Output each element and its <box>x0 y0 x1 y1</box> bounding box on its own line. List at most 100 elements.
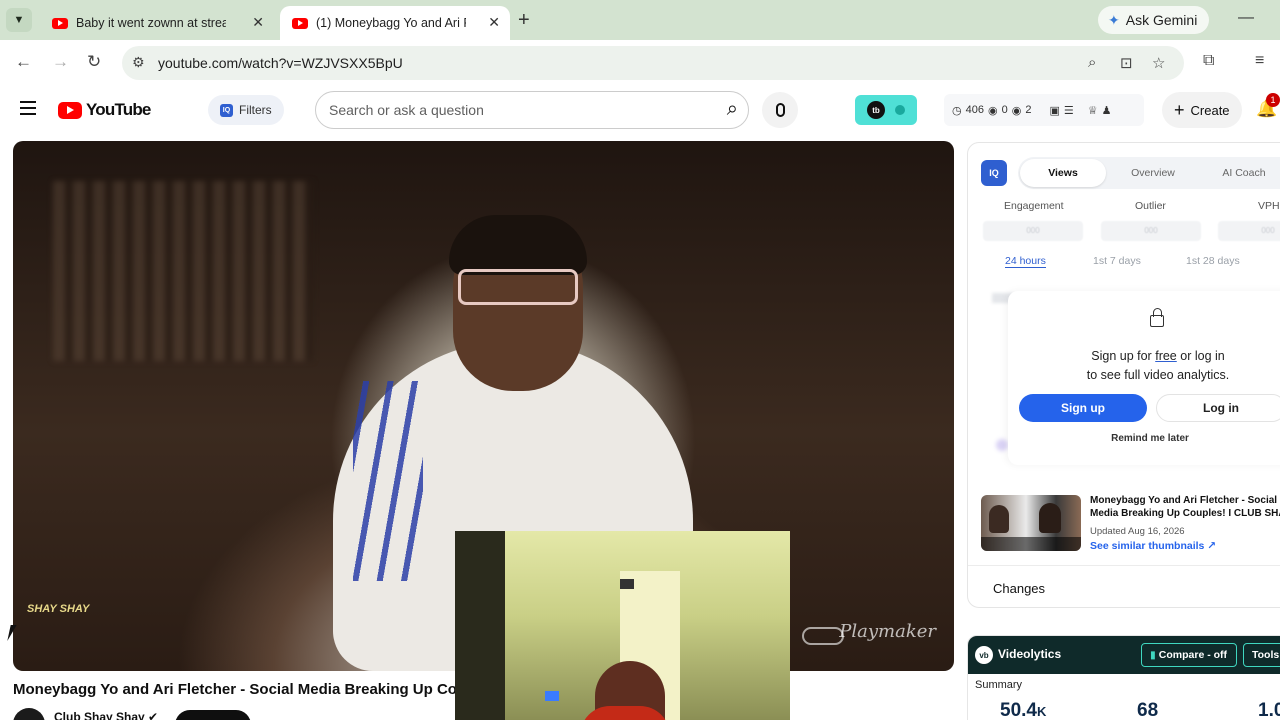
extensions-puzzle-icon[interactable]: ⧉ <box>1203 52 1214 70</box>
blurred-chart-dot <box>996 439 1008 451</box>
search-box[interactable]: Search or ask a question ⌕ <box>315 91 749 129</box>
summary-second-value: 68 <box>1137 700 1159 720</box>
videolytics-panel: vb Videolytics ▮ Compare - off Tools Summ… <box>967 635 1280 720</box>
youtube-logo[interactable]: YouTube <box>58 100 151 120</box>
metric-vph-label: VPH <box>1258 200 1280 212</box>
tools-label: Tools <box>1252 649 1280 661</box>
background-bookshelf <box>53 181 313 361</box>
close-tab-icon[interactable]: ✕ <box>488 14 500 31</box>
tab-search-button[interactable]: ▼ <box>6 8 32 32</box>
list-icon[interactable]: ☰ <box>1064 104 1074 117</box>
analytics-card: IQ Views Overview AI Coach Engagement Ou… <box>967 142 1280 608</box>
vidiq-extension-button[interactable]: tb <box>855 95 917 125</box>
extension-logo-icon: tb <box>867 101 885 119</box>
close-tab-icon[interactable]: ✕ <box>252 14 264 31</box>
ask-gemini-label: Ask Gemini <box>1125 12 1198 28</box>
signup-prompt: Sign up for free or log in to see full v… <box>1008 291 1280 465</box>
subscribe-button[interactable] <box>175 710 251 720</box>
bar-chart-icon: ▮ <box>1150 649 1156 661</box>
shirt-stripes <box>353 381 423 581</box>
signup-message-line2: to see full video analytics. <box>1086 368 1230 382</box>
youtube-wordmark: YouTube <box>86 100 151 119</box>
voice-search-button[interactable] <box>762 92 798 128</box>
create-button[interactable]: + Create <box>1162 92 1242 128</box>
filters-button[interactable]: IQ Filters <box>208 95 284 125</box>
zoom-icon[interactable]: ⌕ <box>1088 54 1096 71</box>
related-title[interactable]: Moneybagg Yo and Ari Fletcher - Social M… <box>1090 495 1280 521</box>
changes-section[interactable]: Changes <box>968 565 1280 607</box>
search-icon[interactable]: ⌕ <box>727 98 738 121</box>
metric-vph-value: 000 <box>1218 221 1280 241</box>
eye-icon: ◉ <box>987 104 998 117</box>
tools-button[interactable]: Tools <box>1243 643 1280 667</box>
views-count: 406 <box>965 104 984 116</box>
analytics-tabs: Views Overview AI Coach <box>1018 157 1280 189</box>
related-updated-date: Updated Aug 16, 2026 <box>1090 526 1185 537</box>
eye-alt-icon: ◉ <box>1011 104 1022 117</box>
comments-count: 0 <box>1001 104 1008 116</box>
plus-icon: + <box>1174 99 1185 120</box>
period-7-days[interactable]: 1st 7 days <box>1093 255 1141 267</box>
microphone-icon <box>775 103 785 117</box>
tab-moneybagg[interactable]: (1) Moneybagg Yo and Ari Fletc ✕ <box>280 6 510 40</box>
related-thumbnail[interactable] <box>981 495 1081 551</box>
channel-avatar[interactable] <box>13 708 45 720</box>
webcam-vent <box>620 579 634 589</box>
site-info-icon[interactable]: ⚙ <box>132 54 145 71</box>
alert-icon[interactable]: ♟ <box>1102 104 1112 117</box>
minimize-window-icon[interactable]: — <box>1238 9 1254 27</box>
notifications-bell-icon[interactable]: 🔔 1 <box>1256 93 1280 119</box>
iq-logo-icon: IQ <box>981 160 1007 186</box>
log-in-button[interactable]: Log in <box>1156 394 1280 422</box>
browser-toolbar: ← → ↻ ⚙ youtube.com/watch?v=WZJVSXX5BpU … <box>0 40 1280 86</box>
youtube-favicon-icon <box>52 17 68 29</box>
video-subject-glasses <box>458 269 578 305</box>
stats-toolbar[interactable]: ◷ 406 ◉ 0 ◉ 2 ▣ ☰ ♕ ♟ <box>944 94 1144 126</box>
period-28-days[interactable]: 1st 28 days <box>1186 255 1240 267</box>
filters-label: Filters <box>239 103 272 117</box>
address-bar[interactable]: ⚙ youtube.com/watch?v=WZJVSXX5BpU ⌕ ⊡ ☆ <box>122 46 1184 80</box>
signup-message-line1: Sign up for free or log in <box>1008 349 1280 363</box>
period-24-hours[interactable]: 24 hours <box>1005 255 1046 268</box>
youtube-favicon-icon <box>292 17 308 29</box>
compare-toggle-button[interactable]: ▮ Compare - off <box>1141 643 1237 667</box>
new-tab-button[interactable]: + <box>518 9 530 32</box>
notification-badge: 1 <box>1266 93 1280 107</box>
lock-icon <box>1150 308 1164 327</box>
summary-views-value: 50.4K <box>1000 700 1046 720</box>
channel-name-text: Club Shay Shay <box>54 710 145 720</box>
channel-name[interactable]: Club Shay Shay ✔ <box>54 710 158 720</box>
install-app-icon[interactable]: ⊡ <box>1120 54 1133 72</box>
reload-icon[interactable]: ↻ <box>87 52 101 72</box>
metric-outlier-label: Outlier <box>1135 200 1166 212</box>
gemini-sparkle-icon: ✦ <box>1108 11 1120 28</box>
channel-watermark-left: SHAY SHAY <box>27 603 90 615</box>
tab-overview[interactable]: Overview <box>1110 157 1196 189</box>
iq-icon: IQ <box>220 103 233 117</box>
remind-later-link[interactable]: Remind me later <box>1008 433 1280 444</box>
tab-title: Baby it went zownn at streamre <box>76 16 226 30</box>
search-input[interactable]: Search or ask a question <box>329 102 484 118</box>
ask-gemini-button[interactable]: ✦ Ask Gemini <box>1098 6 1210 34</box>
tab-ai-coach[interactable]: AI Coach <box>1201 157 1280 189</box>
signup-prefix: Sign up for <box>1091 349 1152 363</box>
tab-streamer[interactable]: Baby it went zownn at streamre ✕ <box>40 6 274 40</box>
back-arrow-icon[interactable]: ← <box>15 52 32 72</box>
trophy-icon[interactable]: ♕ <box>1088 104 1098 117</box>
signup-free-link[interactable]: free <box>1155 349 1177 363</box>
tab-strip: ▼ Baby it went zownn at streamre ✕ (1) M… <box>0 0 1280 40</box>
bookmark-star-icon[interactable]: ☆ <box>1152 54 1165 72</box>
sign-up-button[interactable]: Sign up <box>1019 394 1147 422</box>
summary-label: Summary <box>975 679 1023 691</box>
summary-third-value: 1.03 <box>1258 700 1280 720</box>
thumbnail-caption-bar <box>981 537 1081 551</box>
see-similar-thumbnails-link[interactable]: See similar thumbnails ↗ <box>1090 540 1216 552</box>
hamburger-menu-icon[interactable] <box>20 101 36 115</box>
tab-views[interactable]: Views <box>1020 159 1106 187</box>
webcam-wall <box>455 531 505 720</box>
reading-list-icon[interactable]: ≡ <box>1255 52 1264 70</box>
url-text[interactable]: youtube.com/watch?v=WZJVSXX5BpU <box>158 55 403 71</box>
clock-icon: ◷ <box>952 104 962 117</box>
iq-small-icon[interactable]: ▣ <box>1049 104 1059 117</box>
forward-arrow-icon[interactable]: → <box>52 52 69 72</box>
